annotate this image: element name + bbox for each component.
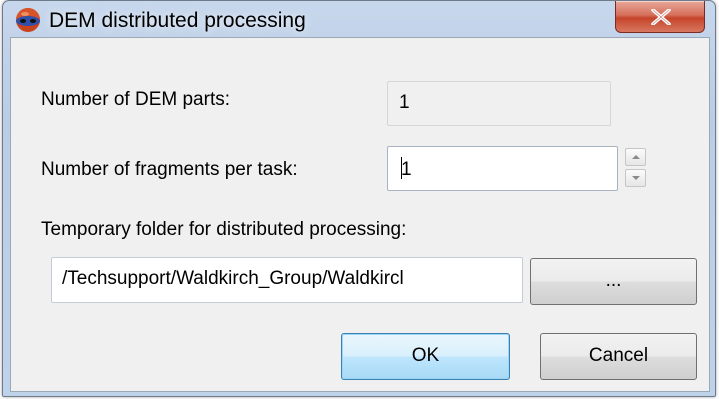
spin-up-arrow-icon xyxy=(632,155,640,159)
close-button[interactable] xyxy=(615,1,705,33)
dem-globe-icon xyxy=(15,7,41,33)
spin-down-button[interactable] xyxy=(625,169,646,187)
close-icon xyxy=(651,9,671,25)
fragments-per-task-value: 1 xyxy=(401,159,412,180)
temp-folder-label: Temporary folder for distributed process… xyxy=(41,219,407,240)
window-title: DEM distributed processing xyxy=(49,9,306,32)
dem-parts-field: 1 xyxy=(387,81,611,126)
fragments-per-task-input[interactable]: 1 xyxy=(387,146,618,191)
fragments-per-task-label: Number of fragments per task: xyxy=(41,159,298,180)
dem-parts-label: Number of DEM parts: xyxy=(41,89,230,110)
title-bar[interactable]: DEM distributed processing xyxy=(3,1,715,37)
dialog-body: Number of DEM parts: 1 Number of fragmen… xyxy=(10,37,710,392)
temp-folder-input[interactable]: /Techsupport/Waldkirch_Group/Waldkircl xyxy=(51,257,523,303)
spin-up-button[interactable] xyxy=(625,148,646,166)
dialog-window: DEM distributed processing Number of DEM… xyxy=(2,0,716,397)
spin-down-arrow-icon xyxy=(632,176,640,180)
browse-button[interactable]: ... xyxy=(530,258,697,305)
cancel-button[interactable]: Cancel xyxy=(540,333,697,380)
ok-button[interactable]: OK xyxy=(341,333,510,380)
